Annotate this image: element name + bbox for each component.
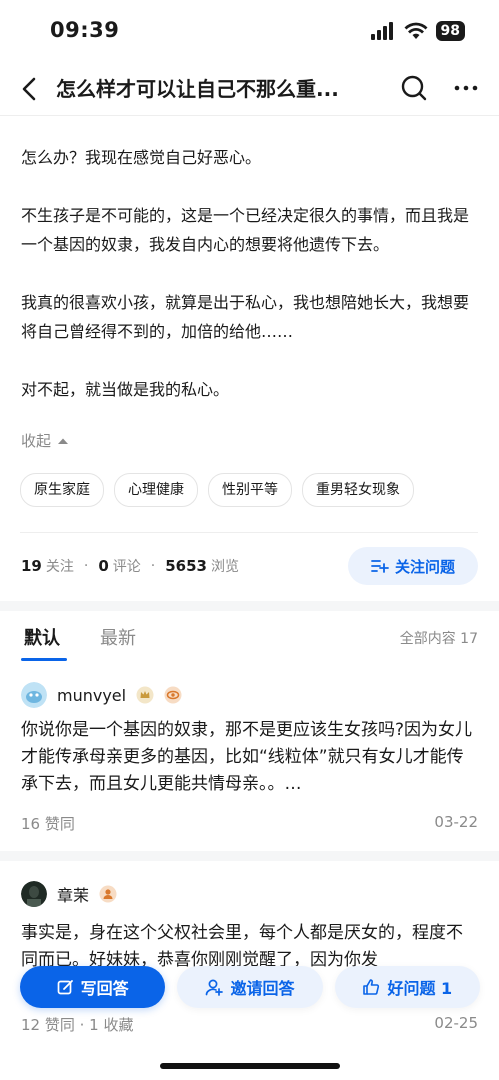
answer-excerpt[interactable]: 你说你是一个基因的奴隶，那不是更应该生女孩吗?因为女儿才能传承母亲更多的基因，比… xyxy=(21,717,479,798)
active-tab-indicator xyxy=(21,658,67,661)
topic-tag[interactable]: 心理健康 xyxy=(114,473,198,507)
invite-answer-button[interactable]: 邀请回答 xyxy=(177,966,323,1008)
write-answer-button[interactable]: 写回答 xyxy=(20,966,166,1008)
signal-icon xyxy=(370,22,393,40)
question-paragraph: 怎么办？我现在感觉自己好恶心。 xyxy=(21,148,262,167)
crown-badge-icon xyxy=(136,686,154,704)
comments-label[interactable]: 评论 xyxy=(113,556,141,576)
divider xyxy=(20,532,478,533)
collapse-label: 收起 xyxy=(21,432,52,450)
tab-latest[interactable]: 最新 xyxy=(100,624,136,650)
user-badge-icon xyxy=(99,885,117,903)
topic-tag[interactable]: 性别平等 xyxy=(208,473,292,507)
eye-badge-icon xyxy=(164,686,182,704)
answer-date: 02-25 xyxy=(434,1014,478,1032)
question-stats: 19 关注 · 0 评论 · 5653 浏览 xyxy=(21,556,239,576)
topic-tags: 原生家庭 心理健康 性别平等 重男轻女现象 xyxy=(20,473,414,507)
total-content-count: 全部内容 17 xyxy=(399,631,478,647)
views-label: 浏览 xyxy=(210,559,239,575)
views-count: 5653 xyxy=(165,557,207,575)
topic-tag[interactable]: 原生家庭 xyxy=(20,473,104,507)
thumbs-up-icon xyxy=(363,979,380,995)
avatar[interactable] xyxy=(21,682,47,708)
answer-author[interactable]: 章茉 xyxy=(21,881,117,907)
question-paragraph: 对不起，就当做是我的私心。 xyxy=(21,380,230,399)
search-icon[interactable] xyxy=(400,74,428,102)
follow-list-icon xyxy=(371,560,389,573)
back-arrow-icon[interactable] xyxy=(18,76,44,102)
status-bar: 09:39 98 xyxy=(0,0,499,62)
answer-upvotes: 16 赞同 xyxy=(21,815,75,833)
more-options-icon[interactable] xyxy=(452,74,480,102)
sort-tabs: 默认 最新 全部内容 17 xyxy=(0,612,499,662)
bottom-action-bar: 写回答 邀请回答 好问题 1 xyxy=(20,966,480,1010)
collapse-button[interactable]: 收起 xyxy=(21,430,69,451)
section-divider xyxy=(0,851,499,861)
author-name[interactable]: munvyel xyxy=(57,686,126,705)
nav-bar: 怎么样才可以让自己不那么重... xyxy=(0,62,499,116)
page-title: 怎么样才可以让自己不那么重... xyxy=(56,77,339,101)
follow-question-button[interactable]: 关注问题 xyxy=(348,547,478,585)
stats-separator: · xyxy=(150,558,156,574)
follow-question-label: 关注问题 xyxy=(394,557,455,576)
followers-label: 关注 xyxy=(45,559,74,575)
followers-count: 19 xyxy=(21,557,42,575)
avatar[interactable] xyxy=(21,881,47,907)
invite-user-icon xyxy=(206,979,224,996)
wifi-icon xyxy=(404,22,428,39)
status-icons: 98 xyxy=(370,21,465,41)
question-paragraph: 不生孩子是不可能的，这是一个已经决定很久的事情，而且我是一个基因的奴隶，我发自内… xyxy=(21,206,470,254)
battery-indicator: 98 xyxy=(435,21,465,41)
stats-separator: · xyxy=(83,558,89,574)
question-paragraph: 我真的很喜欢小孩，就算是出于私心，我也想陪她长大，我想要将自己曾经得不到的，加倍… xyxy=(21,293,470,341)
answer-author[interactable]: munvyel xyxy=(21,682,182,708)
section-divider xyxy=(0,601,499,611)
tab-default[interactable]: 默认 xyxy=(24,624,60,650)
answer-excerpt[interactable]: 事实是，身在这个父权社会里，每个人都是厌女的，程度不同而已。好妹妹，恭喜你刚刚觉… xyxy=(21,920,479,970)
write-answer-label: 写回答 xyxy=(80,979,129,998)
caret-up-icon xyxy=(58,438,69,444)
good-question-button[interactable]: 好问题 1 xyxy=(334,966,480,1008)
invite-answer-label: 邀请回答 xyxy=(230,979,295,998)
comments-count: 0 xyxy=(98,557,109,575)
answer-date: 03-22 xyxy=(434,813,478,831)
answer-card[interactable]: 章茉 事实是，身在这个父权社会里，每个人都是厌女的，程度不同而已。好妹妹，恭喜你… xyxy=(0,869,499,1039)
answer-card[interactable]: munvyel 你说你是一个基因的奴隶，那不是更应该生女孩吗?因为女儿才能传承母… xyxy=(0,672,499,848)
good-question-label: 好问题 1 xyxy=(387,979,453,998)
topic-tag[interactable]: 重男轻女现象 xyxy=(302,473,414,507)
edit-icon xyxy=(57,979,73,994)
status-time: 09:39 xyxy=(50,18,120,42)
answer-stats: 12 赞同 · 1 收藏 xyxy=(21,1016,134,1034)
home-indicator[interactable] xyxy=(160,1063,340,1069)
question-body: 怎么办？我现在感觉自己好恶心。 不生孩子是不可能的，这是一个已经决定很久的事情，… xyxy=(21,143,481,404)
author-name[interactable]: 章茉 xyxy=(57,882,89,906)
